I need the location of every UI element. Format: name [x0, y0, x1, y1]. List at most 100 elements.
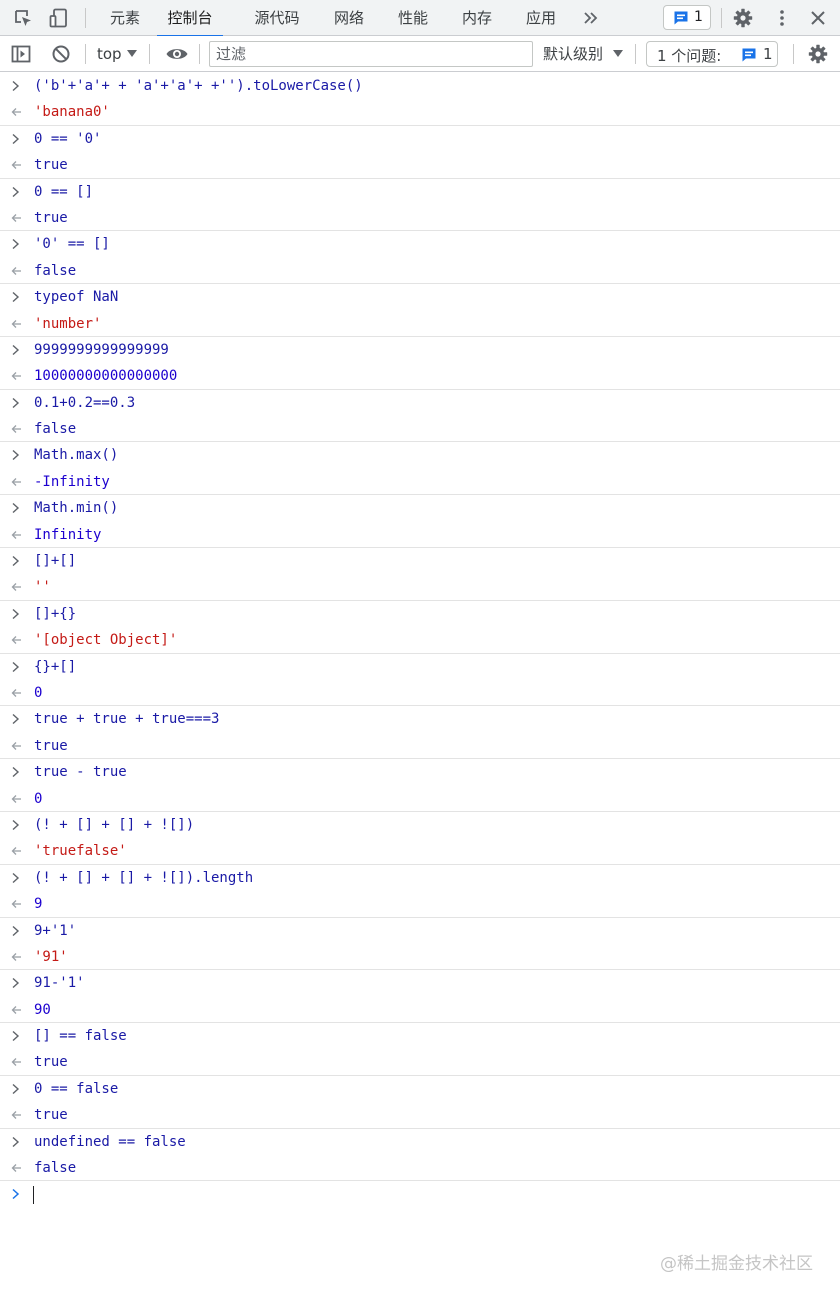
clear-console-icon[interactable] [51, 44, 71, 64]
console-input-line[interactable]: 0 == [] [0, 179, 840, 205]
console-output-line[interactable]: true [0, 733, 840, 760]
output-return-icon [10, 416, 24, 442]
console-input-text: ('b'+'a'+ + 'a'+'a'+ +'').toLowerCase() [34, 78, 363, 94]
console-input-line[interactable]: []+[] [0, 548, 840, 574]
tab-memory[interactable]: 内存 [459, 0, 495, 36]
more-tabs-icon[interactable] [582, 8, 602, 28]
console-output-line[interactable]: 0 [0, 680, 840, 707]
console-input-line[interactable]: undefined == false [0, 1129, 840, 1155]
output-return-icon [10, 733, 24, 759]
console-input-line[interactable]: []+{} [0, 601, 840, 627]
console-input-text: Math.max() [34, 447, 119, 464]
output-return-icon [10, 99, 24, 125]
input-chevron-icon [10, 126, 24, 152]
console-output-line[interactable]: true [0, 1049, 840, 1076]
console-output-line[interactable]: 'truefalse' [0, 838, 840, 865]
console-output-line[interactable]: '' [0, 574, 840, 601]
tab-performance[interactable]: 性能 [395, 0, 431, 36]
console-input-text: {}+[] [34, 658, 77, 675]
console-input-line[interactable]: 9999999999999999 [0, 337, 840, 363]
console-output-line[interactable]: -Infinity [0, 469, 840, 496]
close-icon[interactable] [808, 8, 828, 28]
console-input-line[interactable]: 91-'1' [0, 970, 840, 996]
console-output-value: Infinity [34, 526, 102, 543]
input-chevron-icon [10, 442, 24, 468]
console-output-value: '[object Object]' [34, 632, 178, 649]
console-input-text: 0.1+0.2==0.3 [34, 394, 136, 411]
tab-console[interactable]: 控制台 [157, 0, 223, 37]
console-output-value: true [34, 737, 68, 754]
tab-application[interactable]: 应用 [523, 0, 559, 36]
settings-gear-icon[interactable] [733, 8, 753, 28]
output-return-icon [10, 574, 24, 600]
output-return-icon [10, 891, 24, 917]
log-level-dropdown-icon[interactable] [613, 50, 623, 57]
console-input-line[interactable]: ('b'+'a'+ + 'a'+'a'+ +'').toLowerCase() [0, 73, 840, 99]
toolbar-divider [635, 44, 636, 64]
input-chevron-icon [10, 284, 24, 310]
console-input-line[interactable]: (! + [] + [] + ![]) [0, 812, 840, 838]
console-prompt[interactable] [0, 1181, 840, 1207]
log-level-selector[interactable]: 默认级别 [543, 43, 603, 65]
console-input-text: [] == false [34, 1028, 127, 1045]
console-output-line[interactable]: Infinity [0, 522, 840, 549]
console-input-line[interactable]: true + true + true===3 [0, 706, 840, 732]
console-output-value: 0 [34, 790, 43, 807]
console-input-line[interactable]: Math.min() [0, 495, 840, 521]
console-output-line[interactable]: false [0, 416, 840, 443]
context-dropdown-icon[interactable] [127, 50, 137, 57]
tab-elements[interactable]: 元素 [107, 0, 143, 36]
console-output-line[interactable]: 9 [0, 891, 840, 918]
console-input-line[interactable]: (! + [] + [] + ![]).length [0, 865, 840, 891]
output-return-icon [10, 997, 24, 1023]
console-input-line[interactable]: 0.1+0.2==0.3 [0, 390, 840, 416]
input-chevron-icon [10, 918, 24, 944]
console-input-line[interactable]: true - true [0, 759, 840, 785]
console-output-line[interactable]: 'number' [0, 311, 840, 337]
console-output-value: '' [34, 579, 51, 596]
console-output-line[interactable]: 10000000000000000 [0, 363, 840, 390]
console-input-line[interactable]: '0' == [] [0, 231, 840, 257]
more-options-icon[interactable] [772, 8, 792, 28]
console-input-text: 0 == '0' [34, 130, 102, 147]
console-input-line[interactable]: {}+[] [0, 654, 840, 680]
console-input-line[interactable]: Math.max() [0, 442, 840, 468]
filter-input[interactable] [209, 41, 533, 67]
console-output-line[interactable]: '91' [0, 944, 840, 971]
console-log[interactable]: ('b'+'a'+ + 'a'+'a'+ +'').toLowerCase() '… [0, 73, 840, 1207]
tab-network[interactable]: 网络 [331, 0, 367, 36]
console-input-line[interactable]: 9+'1' [0, 918, 840, 944]
sidebar-toggle-icon[interactable] [11, 44, 31, 64]
tab-sources[interactable]: 源代码 [251, 0, 303, 36]
console-input-line[interactable]: typeof NaN [0, 284, 840, 310]
output-return-icon [10, 1102, 24, 1128]
console-output-line[interactable]: '[object Object]' [0, 627, 840, 654]
console-output-line[interactable]: 90 [0, 997, 840, 1024]
output-return-icon [10, 258, 24, 284]
input-chevron-icon [10, 1076, 24, 1102]
console-settings-gear-icon[interactable] [808, 44, 828, 64]
console-output-line[interactable]: 0 [0, 786, 840, 812]
console-output-line[interactable]: true [0, 152, 840, 179]
console-output-line[interactable]: false [0, 1155, 840, 1182]
console-output-value: 10000000000000000 [34, 368, 178, 385]
issues-button[interactable]: 1 个问题: 1 [646, 41, 778, 67]
console-output-line[interactable]: 'banana0' [0, 99, 840, 126]
console-input-text: typeof NaN [34, 289, 119, 306]
toolbar-divider [85, 44, 86, 64]
console-input-line[interactable]: [] == false [0, 1023, 840, 1049]
output-return-icon [10, 152, 24, 178]
device-toolbar-icon[interactable] [49, 8, 69, 28]
console-input-line[interactable]: 0 == '0' [0, 126, 840, 152]
output-return-icon [10, 522, 24, 548]
console-output-line[interactable]: false [0, 258, 840, 285]
console-input-line[interactable]: 0 == false [0, 1076, 840, 1102]
issues-badge[interactable]: 1 [663, 5, 711, 30]
console-output-line[interactable]: true [0, 1102, 840, 1129]
console-output-line[interactable]: true [0, 205, 840, 232]
live-expression-eye-icon[interactable] [165, 44, 189, 64]
inspect-element-icon[interactable] [13, 8, 33, 28]
context-selector[interactable]: top [97, 43, 122, 65]
console-output-value: 0 [34, 684, 43, 701]
tabbar-divider [85, 8, 86, 28]
